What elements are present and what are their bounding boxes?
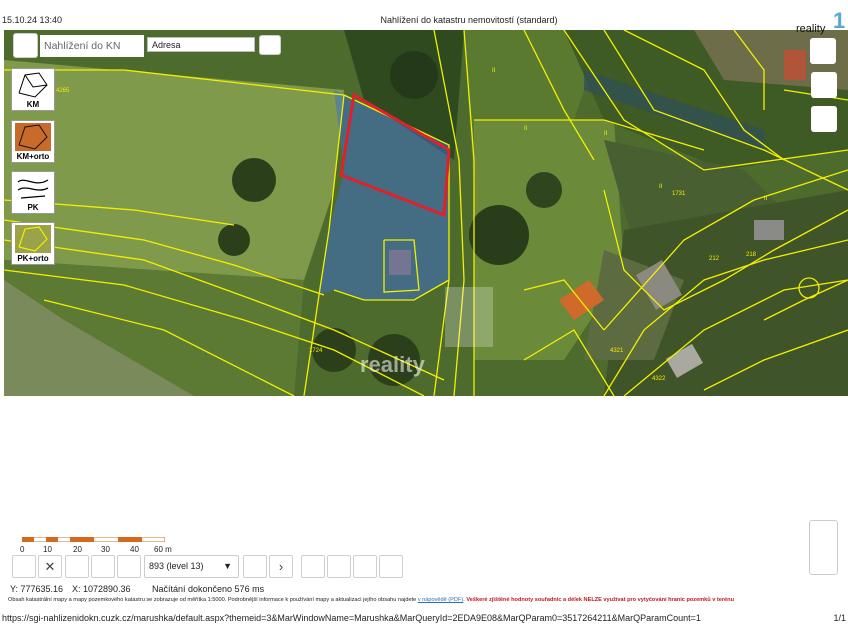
watermark-logo-icon bbox=[445, 287, 493, 347]
zoom-level-value: 893 (level 13) bbox=[149, 561, 204, 571]
tool-button[interactable] bbox=[353, 555, 377, 578]
scale-tick: 0 bbox=[20, 545, 25, 554]
parcel-label: II bbox=[492, 68, 496, 74]
clear-button[interactable]: ✕ bbox=[38, 555, 62, 578]
layer-km-button[interactable]: KM bbox=[11, 68, 55, 111]
tool-button[interactable] bbox=[301, 555, 325, 578]
footer-url: https://sgi-nahlizenidokn.cuzk.cz/marush… bbox=[2, 613, 701, 623]
cadastral-map-icon bbox=[18, 72, 48, 98]
layer-km-orto-button[interactable]: KM+orto bbox=[11, 120, 55, 163]
caret-down-icon: ▼ bbox=[223, 561, 232, 571]
load-status: Načítání dokončeno 576 ms bbox=[152, 584, 265, 594]
layer-km-orto-label: KM+orto bbox=[16, 152, 50, 161]
address-select[interactable]: Adresa bbox=[147, 37, 255, 52]
layer-pk-label: PK bbox=[27, 203, 39, 212]
page-title: Nahlížení do katastru nemovitostí (stand… bbox=[380, 15, 558, 25]
map-tool-button[interactable] bbox=[811, 106, 837, 132]
tool-button[interactable] bbox=[12, 555, 36, 578]
help-link[interactable]: v nápovědě (PDF) bbox=[418, 597, 463, 603]
x-coordinate: X: 1072890.36 bbox=[72, 584, 131, 594]
layer-pk-orto-label: PK+orto bbox=[17, 254, 49, 263]
logo-text: reality bbox=[796, 23, 826, 35]
parcel-label: 1724 bbox=[309, 348, 323, 354]
y-coordinate: Y: 777635.16 bbox=[10, 584, 64, 594]
tool-button[interactable] bbox=[91, 555, 115, 578]
kn-search-input[interactable]: Nahlížení do KN bbox=[40, 35, 144, 57]
warning-text: Veškeré zjištěné hodnoty souřadnic a dél… bbox=[466, 597, 734, 603]
page-count: 1/1 bbox=[833, 613, 846, 623]
side-panel-button[interactable] bbox=[809, 520, 838, 575]
parcel-label: II bbox=[524, 126, 528, 132]
parcel-label: II bbox=[659, 184, 663, 190]
scale-tick: 40 bbox=[130, 545, 139, 554]
land-register-icon bbox=[17, 179, 49, 199]
layer-km-label: KM bbox=[26, 100, 40, 109]
cadastral-orto-icon bbox=[15, 123, 51, 151]
scale-tick: 20 bbox=[73, 545, 82, 554]
parcel-label: 4322 bbox=[652, 376, 666, 382]
search-button[interactable] bbox=[259, 35, 281, 55]
cadastral-map[interactable]: 4265 II II II II II 1731 1724 212 218 43… bbox=[4, 30, 848, 396]
logo-number: 1 bbox=[833, 8, 846, 33]
tool-button[interactable] bbox=[65, 555, 89, 578]
watermark-text: reality bbox=[360, 352, 425, 377]
layer-pk-orto-button[interactable]: PK+orto bbox=[11, 222, 55, 265]
next-button[interactable]: › bbox=[269, 555, 293, 578]
scale-bar bbox=[22, 537, 165, 542]
map-tool-button[interactable] bbox=[810, 38, 836, 64]
layer-pk-button[interactable]: PK bbox=[11, 171, 55, 214]
parcel-label: 1731 bbox=[672, 191, 686, 197]
tool-button[interactable] bbox=[379, 555, 403, 578]
info-text: Obsah katastrální mapy a mapy pozemkovéh… bbox=[8, 597, 417, 603]
tool-button[interactable] bbox=[327, 555, 351, 578]
land-register-orto-icon bbox=[15, 225, 51, 253]
map-canvas[interactable]: 4265 II II II II II 1731 1724 212 218 43… bbox=[4, 30, 848, 396]
parcel-label: II bbox=[764, 196, 768, 202]
parcel-label: II bbox=[604, 131, 608, 137]
parcel-label: 218 bbox=[746, 252, 757, 258]
parcel-label: 4265 bbox=[56, 88, 70, 94]
title-bar: 15.10.24 13:40 Nahlížení do katastru nem… bbox=[0, 0, 848, 30]
zoom-level-select[interactable]: 893 (level 13) ▼ bbox=[144, 555, 239, 578]
scale-tick: 60 m bbox=[154, 545, 172, 554]
scale-tick: 10 bbox=[43, 545, 52, 554]
info-bar: Obsah katastrální mapy a mapy pozemkovéh… bbox=[8, 597, 734, 603]
parcel-label: 212 bbox=[709, 256, 720, 262]
previous-button[interactable] bbox=[243, 555, 267, 578]
tool-button[interactable] bbox=[117, 555, 141, 578]
menu-button[interactable] bbox=[13, 33, 38, 58]
scale-tick: 30 bbox=[101, 545, 110, 554]
map-tool-button[interactable] bbox=[811, 72, 837, 98]
parcel-label: 4321 bbox=[610, 348, 624, 354]
